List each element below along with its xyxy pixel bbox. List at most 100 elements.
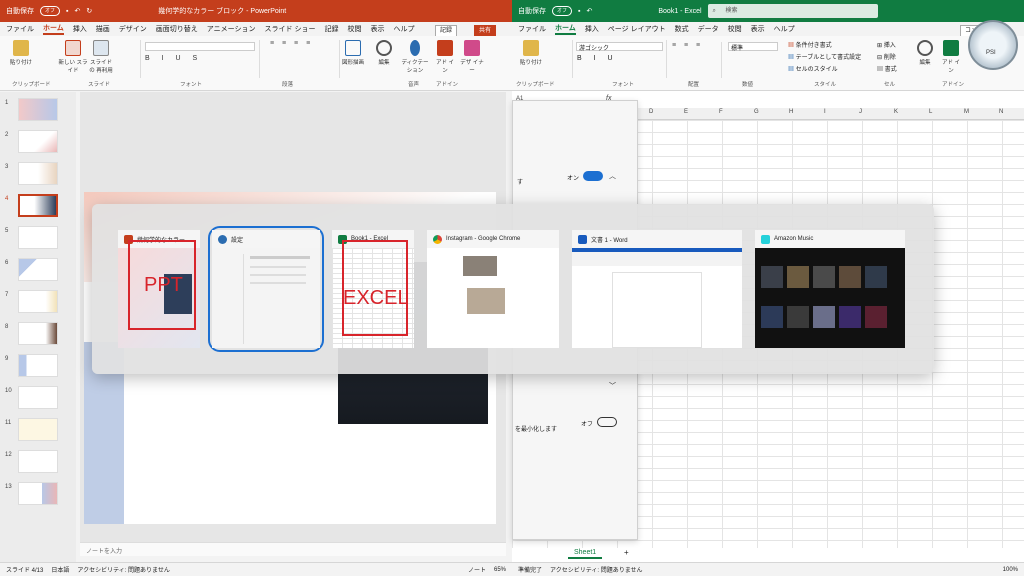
column-header[interactable]: I [824,109,826,115]
notes-pane[interactable]: ノートを入力 [80,542,506,556]
tab-draw[interactable]: 描画 [96,24,110,34]
number-format-select[interactable]: 標準 [728,42,778,52]
undo-icon[interactable]: ↶ [586,7,592,15]
edit-button[interactable]: 編集 [914,40,936,66]
edit-button[interactable]: 編集 [372,40,396,66]
switcher-card-word[interactable]: 文書 1 - Word [572,230,742,348]
insert-cells-button[interactable]: ⊞ 挿入 [877,40,897,52]
slide-thumbnail[interactable] [18,322,58,345]
tab-file[interactable]: ファイル [6,24,34,34]
font-format-buttons[interactable]: B I U S [145,55,255,62]
slide-thumbnail[interactable] [18,418,58,441]
excel-autosave-toggle[interactable]: オフ [552,6,572,16]
slide-thumbnail[interactable] [18,98,58,121]
save-icon[interactable]: ▪ [578,8,580,15]
reuse-slide-button[interactable]: スライドの 再利用 [88,40,114,74]
paste-button[interactable]: 貼り付け [8,40,34,66]
column-header[interactable]: N [999,109,1003,115]
tab-animations[interactable]: アニメーション [207,24,256,34]
tab-slideshow[interactable]: スライド ショー [265,24,316,34]
tab-home[interactable]: ホーム [43,23,64,35]
tab-help[interactable]: ヘルプ [774,24,795,34]
column-header[interactable]: F [719,109,723,115]
font-name-select[interactable] [145,42,255,51]
delete-cells-button[interactable]: ⊟ 削除 [877,52,897,64]
shapes-button[interactable]: 図形描画 [340,40,366,66]
settings-toggle-on[interactable] [583,171,603,181]
switcher-card-amazon-music[interactable]: Amazon Music [755,230,905,348]
paragraph-group[interactable]: ≡ ≡ ≡ ≡ [270,40,340,78]
slide-thumbnail[interactable] [18,386,58,409]
switcher-card-powerpoint[interactable]: 幾何学的なカラー... PPT [118,230,200,348]
format-cells-button[interactable]: ▤ 書式 [877,64,897,76]
tab-record[interactable]: 記録 [324,24,338,34]
new-slide-button[interactable]: 新しい スライド [58,40,88,74]
tab-insert[interactable]: 挿入 [73,24,87,34]
redo-icon[interactable]: ↻ [86,7,92,15]
search-box[interactable]: ⌕ 検索 [707,4,878,18]
gauge-widget[interactable]: PSI [968,20,1018,70]
tab-view[interactable]: 表示 [370,24,384,34]
column-header[interactable]: K [894,109,898,115]
column-header[interactable]: H [789,109,793,115]
addin-button[interactable]: アド イン [940,40,962,74]
zoom-level[interactable]: 100% [1003,567,1018,573]
sheet-tab[interactable]: Sheet1 [568,548,603,559]
addin-button[interactable]: アド イン [434,40,456,74]
slide-thumbnail[interactable] [18,130,58,153]
font-format-buttons[interactable]: B I U [577,55,662,62]
slide-thumbnail[interactable] [18,258,58,281]
column-header[interactable]: L [929,109,932,115]
switcher-card-settings[interactable]: 設定 [208,226,324,352]
tab-help[interactable]: ヘルプ [393,24,414,34]
zoom-level[interactable]: 65% [494,567,506,573]
conditional-format-button[interactable]: ▦ 条件付き書式 [788,40,861,52]
overlay-label-ppt: PPT [144,274,183,296]
tab-file[interactable]: ファイル [518,24,546,34]
slide-thumbnail-selected[interactable] [18,194,58,217]
paste-button[interactable]: 貼り付け [518,40,544,66]
ppt-autosave-toggle[interactable]: オフ [40,6,60,16]
slide-thumbnail[interactable] [18,450,58,473]
accessibility-status[interactable]: アクセシビリティ: 問題ありません [77,565,170,574]
tab-transitions[interactable]: 画面切り替え [156,24,198,34]
tab-review[interactable]: 校閲 [347,24,361,34]
column-header[interactable]: M [964,109,969,115]
tab-design[interactable]: デザイン [119,24,147,34]
tab-data[interactable]: データ [698,24,719,34]
cell-style-button[interactable]: ▦ セルのスタイル [788,64,861,76]
column-header[interactable]: E [684,109,688,115]
slide-thumbnail[interactable] [18,162,58,185]
format-as-table-button[interactable]: ▦ テーブルとして書式設定 [788,52,861,64]
slide-thumbnail[interactable] [18,354,58,377]
column-header[interactable]: J [859,109,862,115]
designer-button[interactable]: デザ イナー [460,40,484,74]
tab-review[interactable]: 校閲 [728,24,742,34]
undo-icon[interactable]: ↶ [74,7,80,15]
tab-view[interactable]: 表示 [751,24,765,34]
column-header[interactable]: G [754,109,759,115]
language-indicator[interactable]: 日本語 [51,565,69,574]
column-header[interactable]: D [649,109,653,115]
slide-thumbnail-pane[interactable]: 1 2 3 4 5 6 7 8 9 10 11 12 13 [0,92,76,562]
notes-toggle[interactable]: ノート [468,565,486,574]
tab-formulas[interactable]: 数式 [675,24,689,34]
tab-insert[interactable]: 挿入 [585,24,599,34]
chevron-down-icon[interactable]: ﹀ [609,381,616,391]
slide-thumbnail[interactable] [18,226,58,249]
excel-titlebar: 自動保存 オフ ▪ ↶ Book1 - Excel ⌕ 検索 [512,0,1024,22]
font-name-select[interactable]: 游ゴシック [576,42,663,52]
dictate-button[interactable]: ディクテー ション [400,40,430,74]
tab-page-layout[interactable]: ページ レイアウト [608,24,666,34]
switcher-card-chrome[interactable]: Instagram - Google Chrome [427,230,559,348]
alignment-group[interactable]: ≡ ≡ ≡ [672,42,722,78]
settings-toggle-off[interactable] [597,417,617,427]
accessibility-status[interactable]: アクセシビリティ: 問題ありません [550,565,643,574]
chevron-up-icon[interactable]: ︿ [609,171,616,181]
slide-thumbnail[interactable] [18,290,58,313]
slide-thumbnail[interactable] [18,482,58,505]
add-sheet-button[interactable]: + [624,548,629,557]
tab-home[interactable]: ホーム [555,23,576,35]
save-icon[interactable]: ▪ [66,8,68,15]
switcher-card-excel[interactable]: Book1 - Excel EXCEL [332,230,414,348]
